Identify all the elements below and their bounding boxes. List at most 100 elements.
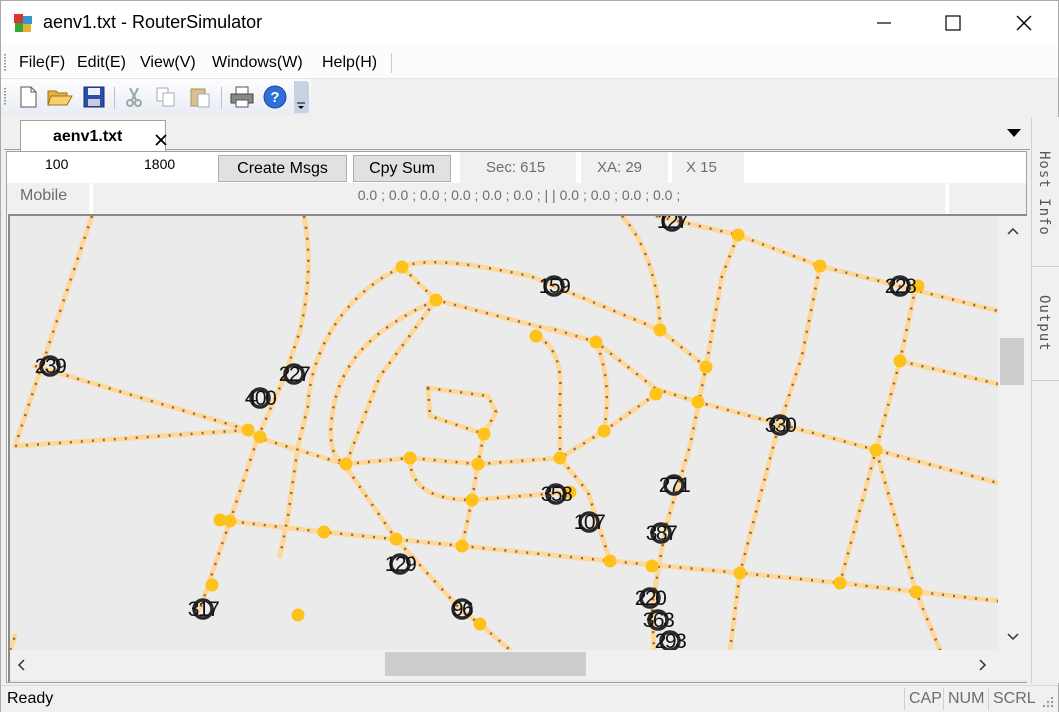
open-folder-icon [47, 90, 73, 106]
output-tab[interactable]: Output [1032, 267, 1059, 381]
side-panel: Host Info Output [1031, 117, 1059, 683]
host-label: 107 [574, 511, 605, 534]
host-label: 159 [539, 275, 570, 298]
scroll-right-icon[interactable] [979, 659, 987, 671]
host-node[interactable]: 129 [385, 553, 418, 576]
road [277, 264, 405, 559]
host-node[interactable]: 127 [657, 216, 690, 233]
host-node[interactable]: 363 [643, 609, 676, 632]
menu-bar: File(F) Edit(E) View(V) Windows(W) Help(… [1, 45, 1058, 79]
title-bar: aenv1.txt - RouterSimulator [1, 1, 1058, 45]
vertical-scroll-thumb[interactable] [1000, 338, 1024, 385]
chevron-down-icon [297, 102, 305, 109]
copy-button[interactable] [153, 84, 179, 110]
menu-grip [4, 54, 6, 72]
road [653, 216, 998, 314]
host-node[interactable]: 400 [245, 387, 278, 410]
create-msgs-button[interactable]: Create Msgs [218, 155, 347, 182]
help-button[interactable]: ? [262, 84, 288, 110]
host-node[interactable]: 239 [35, 355, 68, 378]
tab-list-dropdown-icon[interactable] [1007, 129, 1021, 137]
toolbar-overflow-button[interactable] [294, 81, 309, 113]
close-icon [1016, 15, 1032, 31]
open-button[interactable] [47, 84, 73, 110]
cut-icon [126, 87, 142, 107]
junction-node [645, 559, 659, 573]
host-node[interactable]: 271 [659, 474, 692, 497]
junction-node [893, 354, 907, 368]
app-window: aenv1.txt - RouterSimulator File(F) Edit… [0, 0, 1059, 712]
menu-view[interactable]: View(V) [140, 54, 196, 72]
menu-windows[interactable]: Windows(W) [212, 54, 303, 72]
resize-grip-icon[interactable] [1041, 695, 1055, 709]
host-node[interactable]: 107 [574, 511, 607, 534]
horizontal-scrollbar[interactable] [10, 650, 998, 680]
menu-edit[interactable]: Edit(E) [77, 54, 126, 72]
save-icon [83, 86, 105, 108]
road [459, 431, 487, 549]
print-icon [230, 86, 254, 108]
junction-node [471, 457, 485, 471]
road [897, 358, 998, 387]
xa-readout: XA: 29 [581, 152, 668, 183]
cut-button[interactable] [121, 84, 147, 110]
host-node[interactable]: 220 [635, 587, 668, 610]
host-node[interactable]: 96 [451, 598, 474, 621]
host-label: 330 [765, 414, 796, 437]
close-tab-icon[interactable] [155, 134, 167, 146]
copy-icon [156, 87, 175, 107]
host-info-tab[interactable]: Host Info [1032, 117, 1059, 267]
minimize-button[interactable] [855, 1, 913, 45]
host-node[interactable]: 317 [188, 598, 221, 621]
junction-node [603, 554, 617, 568]
host-label: 293 [655, 630, 686, 650]
field-1800[interactable]: 1800 [144, 156, 175, 172]
scroll-left-icon[interactable] [17, 659, 25, 671]
junction-node [403, 451, 417, 465]
junction-node [649, 387, 663, 401]
host-label: 387 [646, 522, 677, 545]
host-node[interactable]: 228 [885, 275, 918, 298]
cap-indicator: CAP [904, 688, 942, 710]
field-100[interactable]: 100 [45, 156, 68, 172]
paste-button[interactable] [187, 84, 213, 110]
junction-node [429, 293, 443, 307]
scroll-down-icon[interactable] [1007, 633, 1019, 641]
horizontal-scroll-thumb[interactable] [385, 652, 586, 676]
mobile-label: Mobile [7, 183, 89, 214]
menu-help[interactable]: Help(H) [322, 54, 377, 72]
menu-file[interactable]: File(F) [19, 54, 65, 72]
close-button[interactable] [995, 1, 1053, 45]
junction-node [473, 617, 487, 631]
junction-node [813, 259, 827, 273]
scroll-up-icon[interactable] [1007, 227, 1019, 235]
road-map-canvas[interactable]: 127 159 228 239 227400 330 271 358107 387 129 317 9… [10, 216, 998, 650]
junction-node [389, 532, 403, 546]
app-icon [14, 14, 32, 32]
tab-aenv1[interactable]: aenv1.txt [20, 120, 167, 151]
road-map[interactable]: 127 159 228 239 227 400 330 271 358 107 387 129 317 9… [10, 216, 998, 650]
host-node[interactable]: 293 [655, 630, 688, 650]
maximize-button[interactable] [924, 1, 982, 45]
junction-node [909, 585, 923, 599]
host-node[interactable]: 358 [541, 483, 574, 506]
junction-node [241, 423, 255, 437]
host-node[interactable]: 227 [279, 363, 312, 386]
document-view: 100 1800 Create Msgs Cpy Sum Sec: 615 XA… [6, 151, 1027, 683]
save-button[interactable] [81, 84, 107, 110]
host-label: 96 [452, 598, 473, 621]
vertical-scrollbar[interactable] [998, 216, 1027, 650]
paste-icon [190, 88, 210, 108]
host-node[interactable]: 330 [765, 414, 798, 437]
host-node[interactable]: 387 [646, 522, 679, 545]
status-bar: Ready CAP NUM SCRL [1, 685, 1058, 712]
values-readout: 0.0 ; 0.0 ; 0.0 ; 0.0 ; 0.0 ; 0.0 ; | | … [93, 183, 945, 214]
host-node[interactable]: 159 [539, 275, 572, 298]
new-file-button[interactable] [15, 84, 41, 110]
cpy-sum-button[interactable]: Cpy Sum [353, 155, 451, 182]
junction-node [395, 260, 409, 274]
values-readout-end [949, 183, 1026, 214]
help-icon: ? [263, 85, 287, 109]
host-label: 271 [659, 474, 690, 497]
print-button[interactable] [229, 84, 255, 110]
